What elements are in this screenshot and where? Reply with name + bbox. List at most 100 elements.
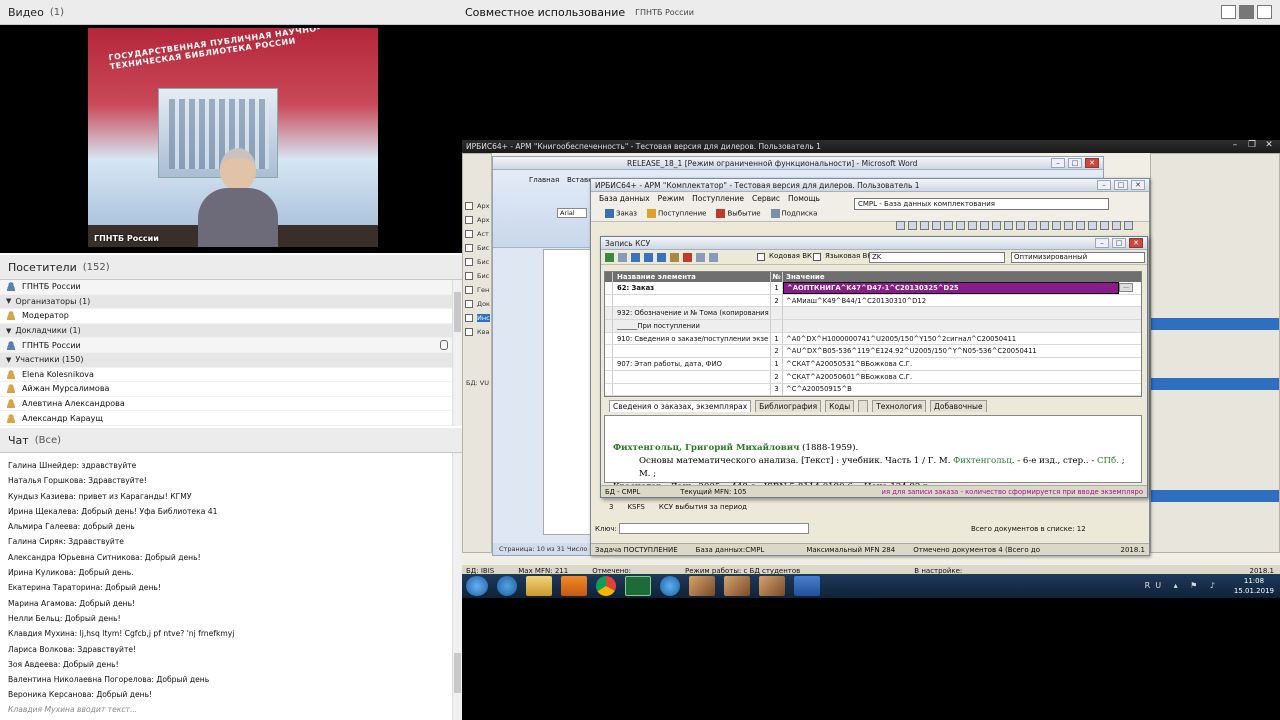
attendee-row[interactable]: Айжан Мурсалимова [0, 382, 462, 397]
tool-icon[interactable] [944, 221, 953, 230]
grid-row[interactable]: ______При поступлении [605, 320, 1141, 333]
attendee-row[interactable]: Алевтина Александрова [0, 397, 462, 412]
tool-icon[interactable] [1052, 221, 1061, 230]
col-num[interactable]: № [771, 272, 783, 282]
lang-vk-checkbox[interactable] [813, 253, 821, 261]
group-participants[interactable]: ▼ Участники (150) [0, 352, 462, 368]
subscription-button[interactable]: Подписка [770, 208, 817, 218]
ellipsis-button[interactable]: ... [1119, 283, 1133, 293]
attendees-scrollbar[interactable] [452, 280, 462, 426]
nav-next-icon[interactable] [657, 252, 666, 262]
tab-orders[interactable]: Сведения о заказах, экземплярах [609, 400, 752, 412]
media-player-icon[interactable] [561, 576, 587, 596]
tool-icon[interactable] [1100, 221, 1109, 230]
maximize-icon[interactable]: □ [1112, 238, 1126, 248]
grid-row[interactable]: 932: Обозначение и № Тома (копирования [605, 307, 1141, 321]
checkbox[interactable] [465, 216, 473, 224]
receipt-button[interactable]: Поступление [647, 208, 706, 218]
host-entry[interactable]: ГПНТБ России [0, 280, 462, 295]
attendee-row[interactable]: Elena Kolesnikova [0, 368, 462, 383]
tool-icon[interactable] [932, 221, 941, 230]
irbis-app-icon[interactable] [689, 576, 715, 596]
grid-row[interactable]: 3 ^C^A20050915^B [605, 383, 1141, 396]
irbis-app-icon[interactable] [759, 576, 785, 596]
checkbox[interactable] [465, 244, 473, 252]
grid-row[interactable]: 910: Сведения о заказе/поступлении экзе … [605, 332, 1141, 346]
folder-icon[interactable] [526, 576, 552, 596]
tool-icon[interactable] [1076, 221, 1085, 230]
grid-row[interactable]: 62: Заказ 1 ^AОПТКНИГА^K47^D47-1^C201303… [605, 282, 1141, 295]
chat-scrollbar[interactable] [452, 453, 462, 720]
tool-icon[interactable] [1064, 221, 1073, 230]
col-value[interactable]: Значение [783, 272, 1141, 282]
checkbox[interactable] [465, 328, 473, 336]
group-presenters[interactable]: ▼ Докладчики (1) [0, 323, 462, 339]
tab-bibliography[interactable]: Библиография [755, 400, 822, 412]
tab-codes[interactable]: Коды [825, 400, 855, 412]
tool-icon[interactable] [908, 221, 917, 230]
order-button[interactable]: Заказ [605, 208, 637, 218]
paste-icon[interactable] [709, 252, 718, 262]
menu-receipt[interactable]: Поступление [692, 194, 744, 203]
checkbox[interactable] [465, 300, 473, 308]
globe-icon[interactable] [660, 576, 680, 596]
attendee-row[interactable]: ГПНТБ России [0, 338, 462, 353]
col-element-name[interactable]: Название элемента [613, 272, 771, 282]
mode-select[interactable]: Оптимизированный [1011, 252, 1145, 263]
checkbox[interactable] [465, 286, 473, 294]
system-tray-icons[interactable]: RU ▴ ⚑ ♪ [1145, 581, 1220, 590]
copy-icon[interactable] [696, 252, 705, 262]
menu-service[interactable]: Сервис [752, 194, 780, 203]
tool-icon[interactable] [1028, 221, 1037, 230]
maximize-icon[interactable]: □ [1068, 158, 1082, 168]
layout-1-icon[interactable] [1221, 5, 1236, 19]
group-organizers[interactable]: ▼ Организаторы (1) [0, 294, 462, 310]
close-icon[interactable]: ✕ [1262, 141, 1276, 151]
chat-scope[interactable]: (Все) [35, 435, 61, 446]
nav-prev-icon[interactable] [644, 252, 653, 262]
font-selector[interactable]: Arial [557, 208, 587, 218]
maximize-icon[interactable]: ❐ [1245, 141, 1259, 151]
clock[interactable]: 11:08 15.01.2019 [1234, 576, 1274, 596]
withdrawal-button[interactable]: Выбытие [716, 208, 761, 218]
grid-row[interactable]: 2 ^AМиаш^K49^B44/1^C20130310^D12 [605, 294, 1141, 308]
tool-icon[interactable] [896, 221, 905, 230]
code-vk-checkbox[interactable] [757, 253, 765, 261]
ksfs-row[interactable]: 3 KSFS КСУ выбытия за период [595, 501, 845, 513]
key-input[interactable] [619, 523, 809, 534]
tool-icon[interactable] [992, 221, 1001, 230]
minimize-icon[interactable]: – [1051, 158, 1065, 168]
attendee-row[interactable]: Александр Караущ [0, 411, 462, 426]
tab-additional[interactable]: Добавочные [930, 400, 987, 412]
layout-3-icon[interactable] [1257, 5, 1272, 19]
minimize-icon[interactable]: – [1097, 180, 1111, 190]
menu-mode[interactable]: Режим [658, 194, 684, 203]
tool-icon[interactable] [1016, 221, 1025, 230]
checkbox[interactable] [465, 314, 473, 322]
start-button[interactable] [466, 576, 488, 596]
minimize-icon[interactable]: – [1228, 141, 1242, 151]
layout-2-icon[interactable] [1239, 5, 1254, 19]
nav-first-icon[interactable] [631, 252, 640, 262]
irbis-app-icon[interactable] [724, 576, 750, 596]
delete-icon[interactable] [683, 252, 692, 262]
grid-row[interactable]: 2 ^AU^DX^B05-536^119^E124.92^U2005/150^Y… [605, 345, 1141, 359]
menu-database[interactable]: База данных [599, 194, 650, 203]
edit-icon[interactable] [670, 252, 679, 262]
tool-icon[interactable] [1004, 221, 1013, 230]
tool-icon[interactable] [1112, 221, 1121, 230]
tool-icon[interactable] [968, 221, 977, 230]
tab-blank[interactable] [858, 400, 869, 412]
grid-row[interactable]: 907: Этап работы, дата, ФИО 1 ^CКАТ^A200… [605, 358, 1141, 371]
webcam-feed[interactable]: ГОСУДАРСТВЕННАЯ ПУБЛИЧНАЯ НАУЧНО-ТЕХНИЧЕ… [88, 28, 378, 247]
close-icon[interactable]: ✕ [1131, 180, 1145, 190]
word-tab-home[interactable]: Главная [529, 176, 559, 184]
close-icon[interactable]: ✕ [1085, 158, 1099, 168]
attendee-row[interactable]: Модератор [0, 309, 462, 324]
doc-icon[interactable] [618, 252, 627, 262]
grid-row[interactable]: 2 ^CКАТ^A20050601^BБожкова С.Г. [605, 370, 1141, 384]
database-selector[interactable]: CMPL - База данных комплектования [854, 198, 1109, 210]
close-icon[interactable]: ✕ [1129, 238, 1143, 248]
terminal-icon[interactable] [625, 576, 651, 596]
menu-help[interactable]: Помощь [788, 194, 820, 203]
